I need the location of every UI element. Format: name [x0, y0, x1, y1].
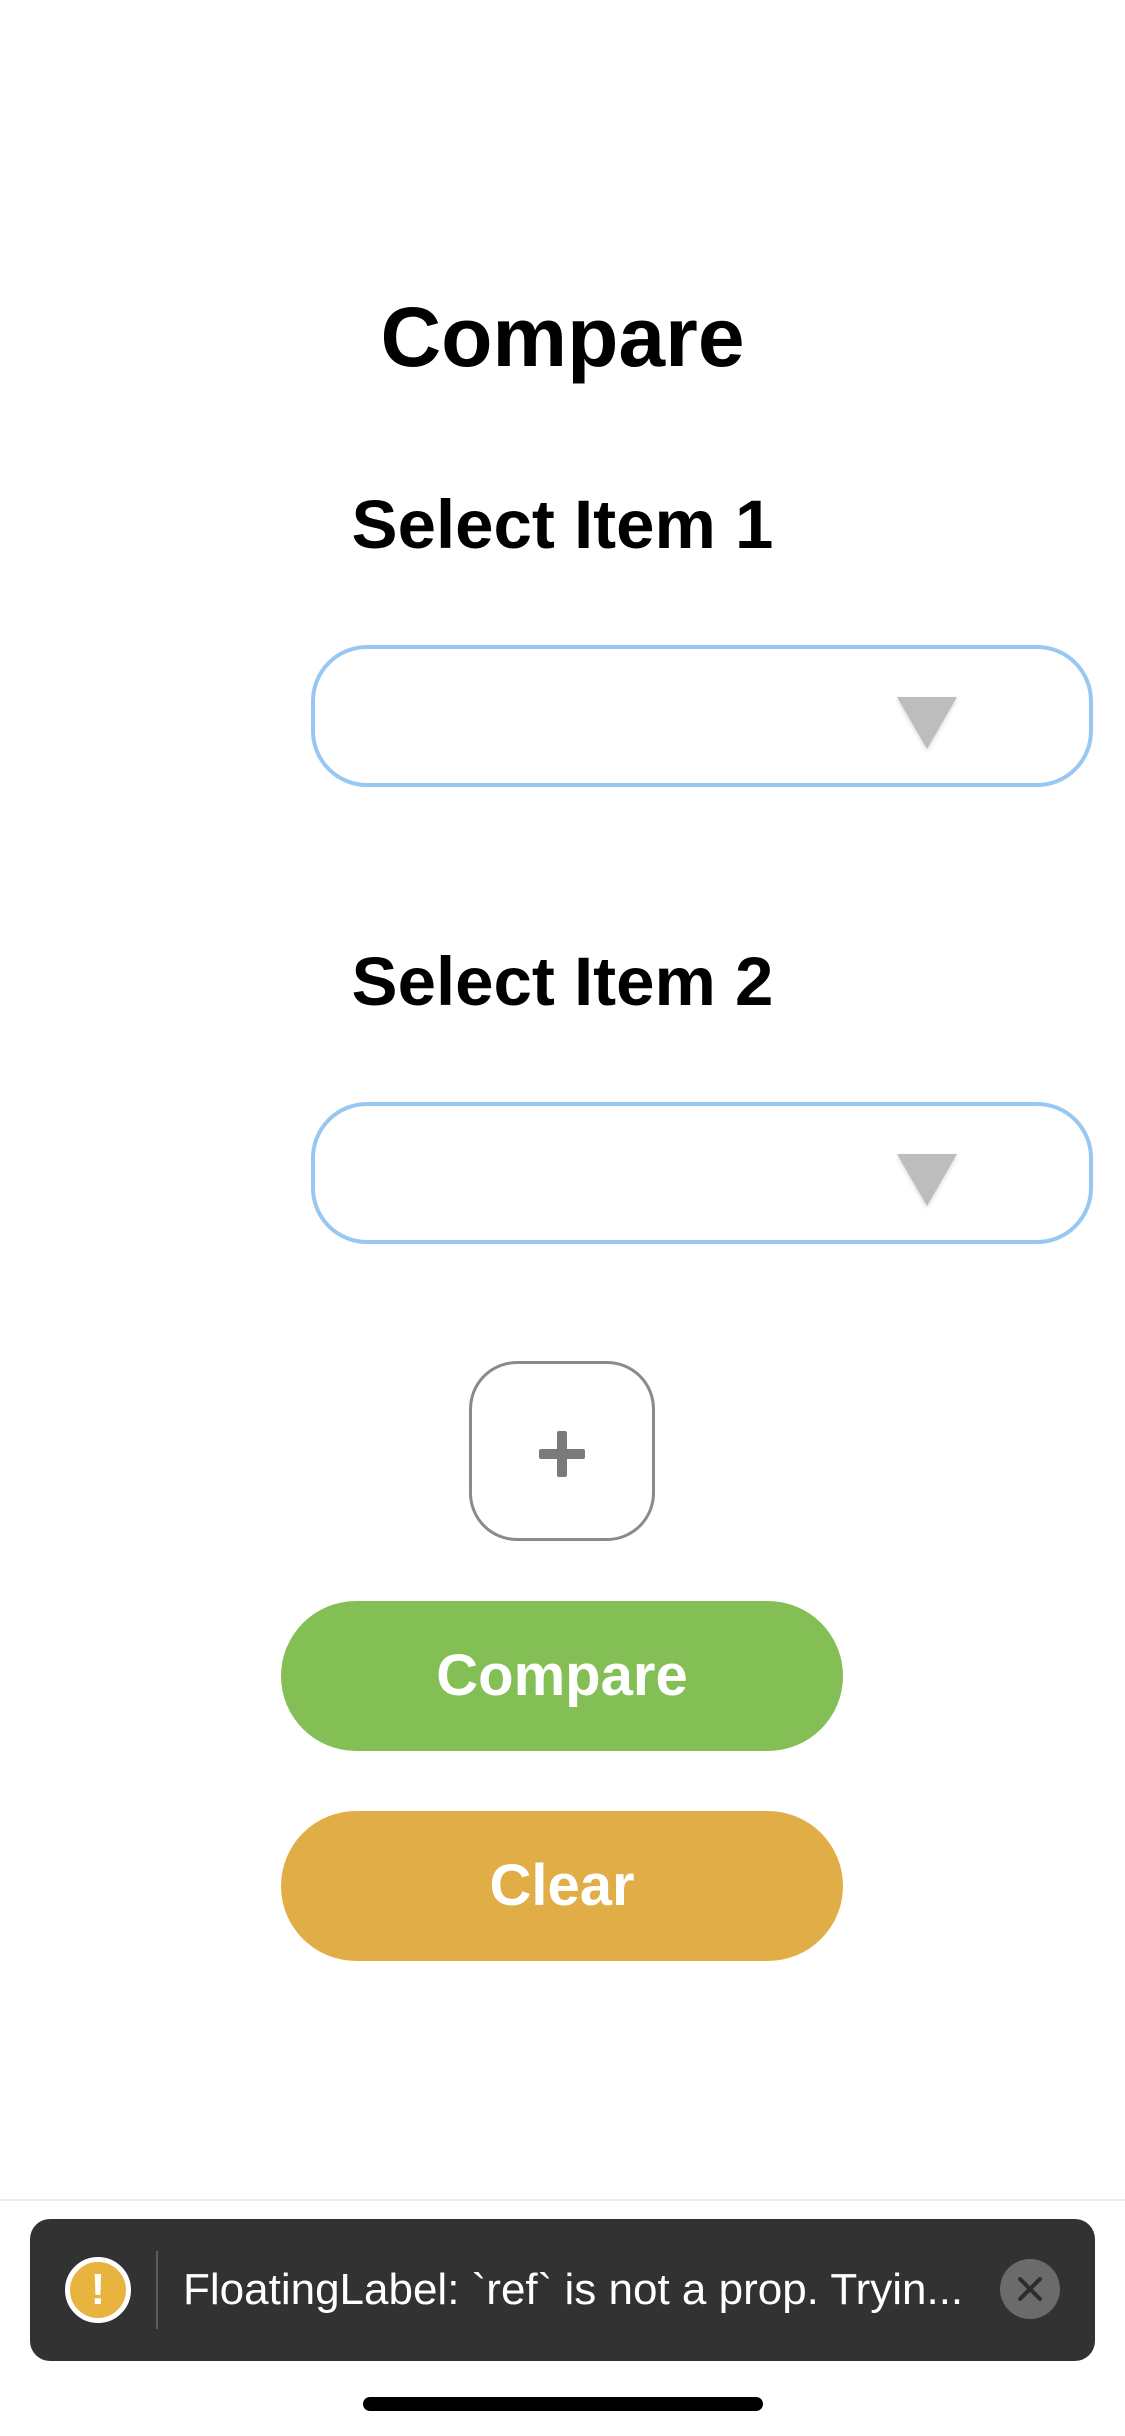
warning-icon: ! — [65, 2257, 131, 2323]
bottom-divider — [0, 2199, 1125, 2201]
page-title: Compare — [380, 290, 745, 384]
close-icon[interactable] — [1000, 2259, 1060, 2319]
toast-divider — [156, 2251, 158, 2329]
compare-button[interactable]: Compare — [281, 1601, 843, 1751]
plus-icon-vertical-bar — [557, 1431, 567, 1477]
clear-button[interactable]: Clear — [281, 1811, 843, 1961]
home-indicator[interactable] — [363, 2397, 763, 2411]
warning-toast[interactable]: ! FloatingLabel: `ref` is not a prop. Tr… — [30, 2219, 1095, 2361]
triangle-down-icon — [897, 697, 957, 749]
select-item-1-label: Select Item 1 — [351, 486, 774, 563]
toast-message: FloatingLabel: `ref` is not a prop. Tryi… — [183, 2265, 964, 2314]
item-2-dropdown[interactable] — [311, 1102, 1093, 1244]
add-item-button[interactable] — [469, 1361, 655, 1541]
triangle-down-icon — [897, 1154, 957, 1206]
item-1-dropdown[interactable] — [311, 645, 1093, 787]
select-item-2-label: Select Item 2 — [351, 943, 774, 1020]
